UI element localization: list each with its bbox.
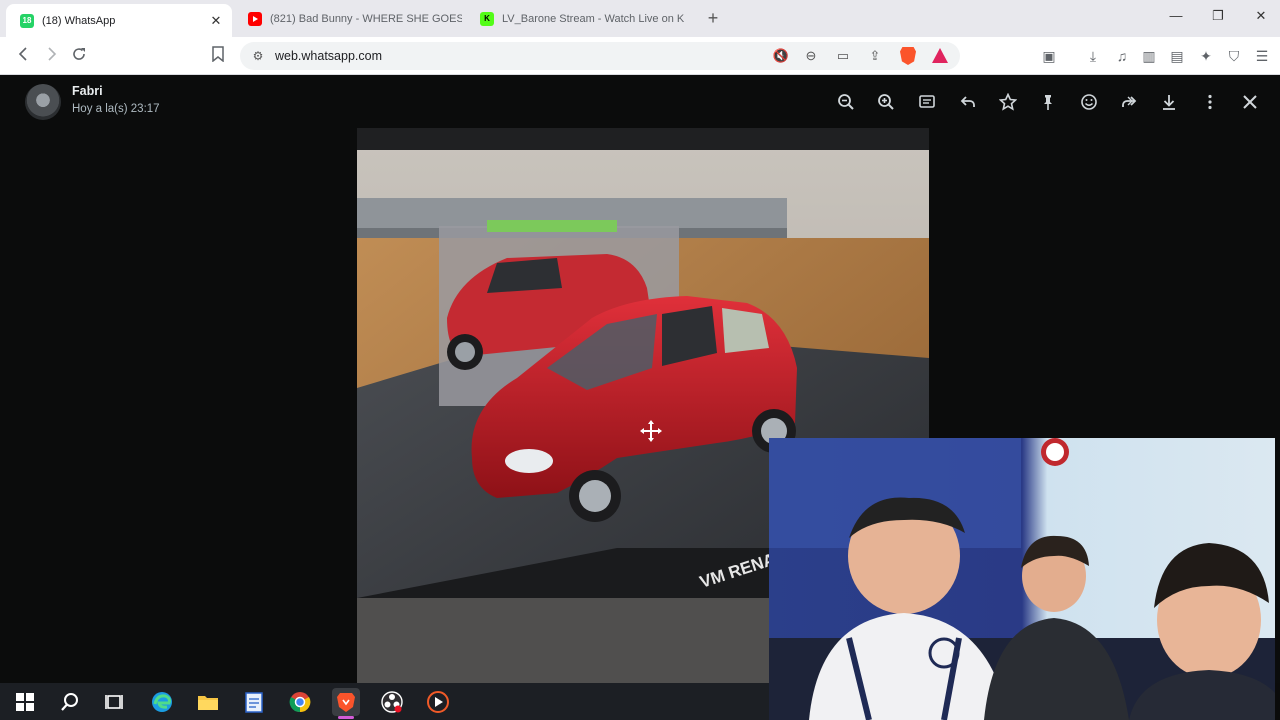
bookmark-icon[interactable] — [208, 46, 228, 66]
tab-whatsapp[interactable]: 18 (18) WhatsApp ✕ — [6, 4, 232, 37]
restore-icon[interactable]: ❐ — [1208, 8, 1228, 24]
minimize-icon[interactable]: — — [1166, 8, 1186, 23]
close-icon[interactable] — [1239, 91, 1261, 113]
wallet-icon[interactable]: ▤ — [1168, 47, 1186, 65]
forward-nav-icon[interactable] — [41, 46, 61, 66]
obs-icon[interactable] — [378, 688, 406, 716]
brave-rewards-icon[interactable] — [932, 48, 948, 63]
webcam-overlay — [769, 438, 1275, 720]
more-icon[interactable] — [1199, 91, 1221, 113]
kick-icon: K — [480, 11, 494, 26]
mute-icon[interactable]: 🔇 — [772, 48, 790, 64]
forward-icon[interactable] — [1118, 91, 1140, 113]
avatar[interactable] — [25, 84, 61, 120]
search-icon[interactable] — [56, 688, 84, 716]
brave-shields-icon[interactable] — [900, 47, 916, 65]
site-settings-icon[interactable]: ⚙ — [250, 48, 266, 64]
whatsapp-icon: 18 — [20, 13, 34, 28]
brave-icon[interactable] — [332, 688, 360, 719]
address-bar[interactable]: ⚙ web.whatsapp.com 🔇 ⊖ ▭ ⇪ — [240, 42, 960, 70]
star-icon[interactable] — [997, 91, 1019, 113]
browser-tab-strip: 18 (18) WhatsApp ✕ (821) Bad Bunny - WHE… — [0, 0, 1280, 37]
pin-icon[interactable] — [1037, 91, 1059, 113]
tab-title: LV_Barone Stream - Watch Live on Kick — [502, 12, 684, 25]
new-tab-button[interactable]: + — [704, 8, 722, 28]
downloads-icon[interactable]: ⤓ — [1084, 47, 1102, 65]
reader-mode-icon[interactable]: ▣ — [1040, 47, 1058, 65]
windows-taskbar — [0, 683, 769, 720]
sidebar-icon[interactable]: ▥ — [1140, 47, 1158, 65]
edge-icon[interactable] — [148, 688, 176, 716]
task-view-icon[interactable] — [101, 688, 129, 716]
back-icon[interactable] — [14, 46, 34, 66]
menu-icon[interactable]: ☰ — [1253, 47, 1271, 65]
reply-icon[interactable] — [957, 91, 979, 113]
file-explorer-icon[interactable] — [194, 688, 222, 716]
message-timestamp: Hoy a la(s) 23:17 — [72, 103, 160, 115]
vpn-icon[interactable]: ⛉ — [1225, 47, 1243, 65]
close-tab-icon[interactable]: ✕ — [206, 13, 226, 29]
browser-toolbar: ⚙ web.whatsapp.com 🔇 ⊖ ▭ ⇪ ▣ ⤓ ♫ ▥ ▤ ✦ ⛉… — [0, 37, 1280, 75]
tab-kick[interactable]: K LV_Barone Stream - Watch Live on Kick — [466, 4, 684, 33]
url-text: web.whatsapp.com — [275, 49, 383, 63]
music-icon[interactable]: ♫ — [1113, 47, 1131, 65]
chrome-icon[interactable] — [286, 688, 314, 716]
tab-youtube[interactable]: (821) Bad Bunny - WHERE SHE GOES — [234, 4, 462, 33]
download-icon[interactable] — [1158, 91, 1180, 113]
youtube-icon — [248, 11, 262, 26]
emoji-icon[interactable] — [1078, 91, 1100, 113]
zoom-out-icon[interactable] — [835, 91, 857, 113]
message-icon[interactable] — [916, 91, 938, 113]
window-close-icon[interactable]: ✕ — [1251, 8, 1271, 24]
leo-ai-icon[interactable]: ✦ — [1197, 47, 1215, 65]
tab-title: (18) WhatsApp — [42, 14, 116, 27]
windows-start-icon[interactable] — [11, 688, 39, 716]
tab-title: (821) Bad Bunny - WHERE SHE GOES — [270, 12, 462, 25]
screen: 18 (18) WhatsApp ✕ (821) Bad Bunny - WHE… — [0, 0, 1280, 720]
zoom-in-icon[interactable] — [875, 91, 897, 113]
cast-icon[interactable]: ▭ — [834, 48, 852, 64]
sender-name: Fabri — [72, 84, 103, 98]
media-player-icon[interactable] — [424, 688, 452, 716]
share-icon[interactable]: ⇪ — [866, 48, 884, 64]
zoom-icon[interactable]: ⊖ — [802, 48, 820, 64]
reload-icon[interactable] — [69, 46, 89, 66]
notepad-icon[interactable] — [240, 688, 268, 716]
